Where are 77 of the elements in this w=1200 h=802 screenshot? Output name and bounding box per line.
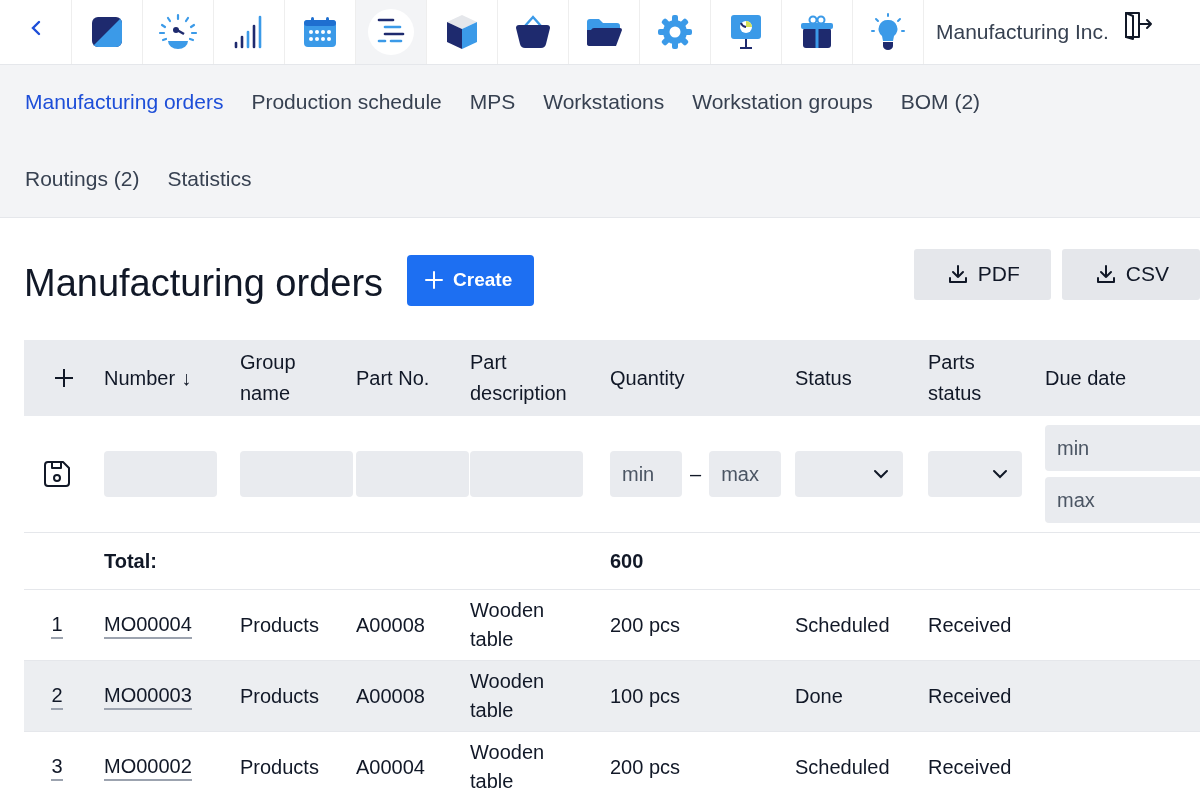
table-cell: Scheduled — [795, 755, 890, 779]
row-number-link[interactable]: 1 — [51, 611, 63, 639]
column-header[interactable]: Group name — [240, 347, 342, 409]
column-header[interactable]: Status — [795, 362, 852, 394]
table-row[interactable]: 3 MO00002 Products A00004 Wooden table 200 pcs Scheduled Received — [24, 732, 1200, 802]
export-button[interactable]: CSV — [1061, 248, 1200, 300]
min-field[interactable]: min — [610, 451, 682, 497]
range-separator: – — [690, 462, 702, 486]
table-cell: Products — [240, 684, 319, 708]
table-cell: Done — [795, 684, 843, 708]
export-button[interactable]: PDF — [913, 248, 1051, 300]
basket-icon — [514, 14, 552, 50]
section-tab[interactable]: Statistics — [167, 162, 252, 196]
plus-icon — [54, 368, 74, 388]
section-tab[interactable]: Workstations — [543, 85, 665, 119]
settings-icon — [657, 14, 693, 50]
gauge-icon — [158, 12, 198, 52]
table-cell: Received — [928, 684, 1012, 708]
save-filter-button[interactable] — [42, 459, 72, 489]
table-cell: Received — [928, 613, 1012, 637]
order-number-link[interactable]: MO00004 — [104, 611, 192, 639]
gift-icon — [800, 14, 834, 50]
cube-icon — [445, 13, 479, 51]
section-tab[interactable]: Routings (2) — [25, 162, 140, 196]
section-tab[interactable]: BOM (2) — [900, 85, 981, 119]
save-icon — [42, 459, 72, 489]
row-number-link[interactable]: 3 — [51, 753, 63, 781]
order-number-link[interactable]: MO00002 — [104, 753, 192, 781]
add-column-button[interactable] — [54, 368, 74, 388]
section-tab[interactable]: MPS — [469, 85, 516, 119]
logout-button[interactable] — [1122, 10, 1155, 40]
max-date-field[interactable]: max — [1045, 477, 1200, 523]
table-cell: 100 pcs — [610, 684, 681, 708]
download-icon — [947, 264, 968, 284]
company-name: Manufacturing Inc. — [936, 20, 1109, 44]
table-cell: Received — [928, 755, 1012, 779]
column-header[interactable]: Parts status — [928, 347, 1031, 409]
table-cell: Scheduled — [795, 613, 890, 637]
table-row[interactable]: 2 MO00003 Products A00008 Wooden table 100 pcs Done Received — [24, 661, 1200, 732]
column-header[interactable]: Due date — [1045, 362, 1127, 394]
table-cell: A00008 — [356, 684, 425, 708]
total-quantity: 600 — [610, 549, 644, 573]
row-number-link[interactable]: 2 — [51, 682, 63, 710]
sort-indicator[interactable]: ↓ — [181, 366, 192, 390]
column-header[interactable]: Quantity — [610, 362, 685, 394]
logout-icon — [1122, 10, 1155, 40]
table-cell: Products — [240, 755, 319, 779]
chevron-down-icon — [992, 469, 1008, 479]
table-cell: 200 pcs — [610, 613, 681, 637]
min-date-field[interactable]: min — [1045, 425, 1200, 471]
section-tab[interactable]: Production schedule — [251, 85, 442, 119]
presentation-board-icon — [729, 13, 763, 51]
column-header[interactable]: Part description — [470, 347, 588, 409]
calendar-icon — [302, 15, 338, 49]
chevron-down-icon — [873, 469, 889, 479]
table-cell-text: Wooden table — [470, 669, 546, 723]
page-title: Manufacturing orders — [24, 261, 384, 305]
total-label: Total: — [104, 549, 157, 573]
gantt-chart-icon — [368, 9, 414, 55]
table-cell-text: Wooden table — [470, 740, 546, 794]
column-header[interactable]: Part No. — [356, 362, 430, 394]
column-header[interactable]: Number — [104, 362, 176, 394]
section-tab[interactable]: Workstation groups — [692, 85, 873, 119]
table-cell: 200 pcs — [610, 755, 681, 779]
table-cell: Products — [240, 613, 319, 637]
lightbulb-icon — [869, 12, 907, 52]
tile-icon — [90, 15, 124, 49]
table-cell: A00008 — [356, 613, 425, 637]
max-field[interactable]: max — [709, 451, 782, 497]
create-button[interactable]: Create — [407, 254, 535, 306]
table-cell-text: Wooden table — [470, 598, 546, 652]
table-cell: A00004 — [356, 755, 425, 779]
plus-icon — [425, 271, 444, 289]
folder-icon — [585, 16, 623, 48]
download-icon — [1095, 264, 1116, 284]
order-number-link[interactable]: MO00003 — [104, 682, 192, 710]
section-tab[interactable]: Manufacturing orders — [25, 85, 224, 119]
